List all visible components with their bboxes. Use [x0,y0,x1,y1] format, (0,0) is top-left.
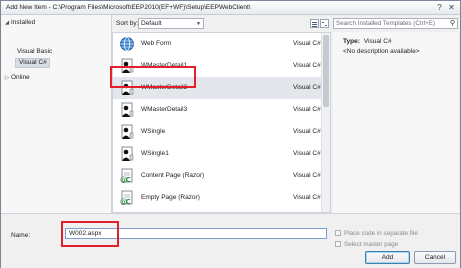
list-scrollbar[interactable] [321,33,330,212]
selected-template-highlight [110,66,196,88]
scrollbar-thumb[interactable] [323,35,329,107]
close-button[interactable]: ✕ [446,3,457,13]
template-name: Content Page (Razor) [141,172,205,179]
tree-item-visual-csharp[interactable]: Visual C# [15,58,50,68]
help-button[interactable]: ? [434,3,445,13]
expanded-arrow-icon[interactable]: ◢ [3,18,11,28]
select-master-page-checkbox[interactable]: Select master page [335,241,398,250]
tile-view-button[interactable] [320,19,329,28]
tree-node-installed[interactable]: ◢ Installed [3,18,35,28]
template-list: Web Form Visual C# WMasterDetail1 Visual C#… [112,32,331,213]
template-name: WSingle [141,128,166,135]
name-label: Name: [11,232,31,239]
razor-page-icon: C@ [119,190,135,206]
template-name: Web Form [141,40,172,47]
place-code-checkbox[interactable]: Place code in separate file [335,230,418,239]
checkbox-label: Place code in separate file [344,230,418,237]
type-label: Type: [343,38,360,45]
name-field-highlight [61,221,119,247]
sort-dropdown[interactable]: Default ▼ [138,18,204,29]
razor-page-icon: C@ [119,168,135,184]
template-item[interactable]: Web Form Visual C# [113,33,321,55]
template-item[interactable]: WSingle Visual C# [113,121,321,143]
template-name: Empty Page (Razor) [141,194,200,201]
template-tree: ◢ Installed Visual Basic Visual C# ▷ Onlin… [1,15,112,213]
search-input[interactable]: Search Installed Templates (Ctrl+E) ⚲ [333,18,458,29]
template-item[interactable]: WMasterDetail3 Visual C# [113,99,321,121]
checkbox-box[interactable] [335,241,341,247]
tree-node-label: Installed [11,19,36,26]
window-title: Add New Item - C:\Program Files\Microsof… [6,4,251,11]
template-language: Visual C# [293,150,321,157]
tree-node-online[interactable]: ▷ Online [3,73,30,83]
checkbox-label: Select master page [344,241,399,248]
template-item[interactable]: C @ Content Page (Razor) Visual C# [113,165,321,187]
sort-value: Default [141,20,162,27]
search-placeholder: Search Installed Templates (Ctrl+E) [336,20,436,27]
add-button[interactable]: Add [365,251,410,264]
template-type: Type: Visual C# [343,38,392,45]
sort-bar: Sort by: Default ▼ [112,15,332,32]
title-bar: Add New Item - C:\Program Files\Microsof… [1,1,460,15]
template-language: Visual C# [293,106,321,113]
user-page-icon [119,102,135,118]
cancel-button[interactable]: Cancel [414,251,456,264]
template-language: Visual C# [293,194,321,201]
checkbox-box[interactable] [335,230,341,236]
globe-icon [119,36,135,52]
template-language: Visual C# [293,172,321,179]
template-name: WMasterDetail3 [141,106,188,113]
chevron-down-icon: ▼ [196,21,201,27]
search-icon[interactable]: ⚲ [450,19,455,28]
template-language: Visual C# [293,84,321,91]
svg-text:@: @ [120,198,127,206]
collapsed-arrow-icon[interactable]: ▷ [3,73,11,83]
type-value: Visual C# [363,38,392,45]
template-item[interactable]: WSingle1 Visual C# [113,143,321,165]
user-page-icon [119,146,135,162]
add-new-item-dialog: Add New Item - C:\Program Files\Microsof… [0,0,461,268]
template-language: Visual C# [293,62,321,69]
template-item[interactable]: C @ Empty Page (Razor) Visual C# [113,187,321,209]
template-language: Visual C# [293,40,321,47]
tree-node-label: Online [11,74,30,81]
template-description: <No description available> [343,48,420,55]
list-view-button[interactable] [310,19,319,28]
sort-label: Sort by: [116,20,139,27]
template-language: Visual C# [293,128,321,135]
template-name: WSingle1 [141,150,169,157]
tree-item-visual-basic[interactable]: Visual Basic [17,47,52,57]
user-page-icon [119,124,135,140]
template-info-pane: Type: Visual C# <No description available… [333,32,458,213]
svg-text:@: @ [120,176,127,184]
